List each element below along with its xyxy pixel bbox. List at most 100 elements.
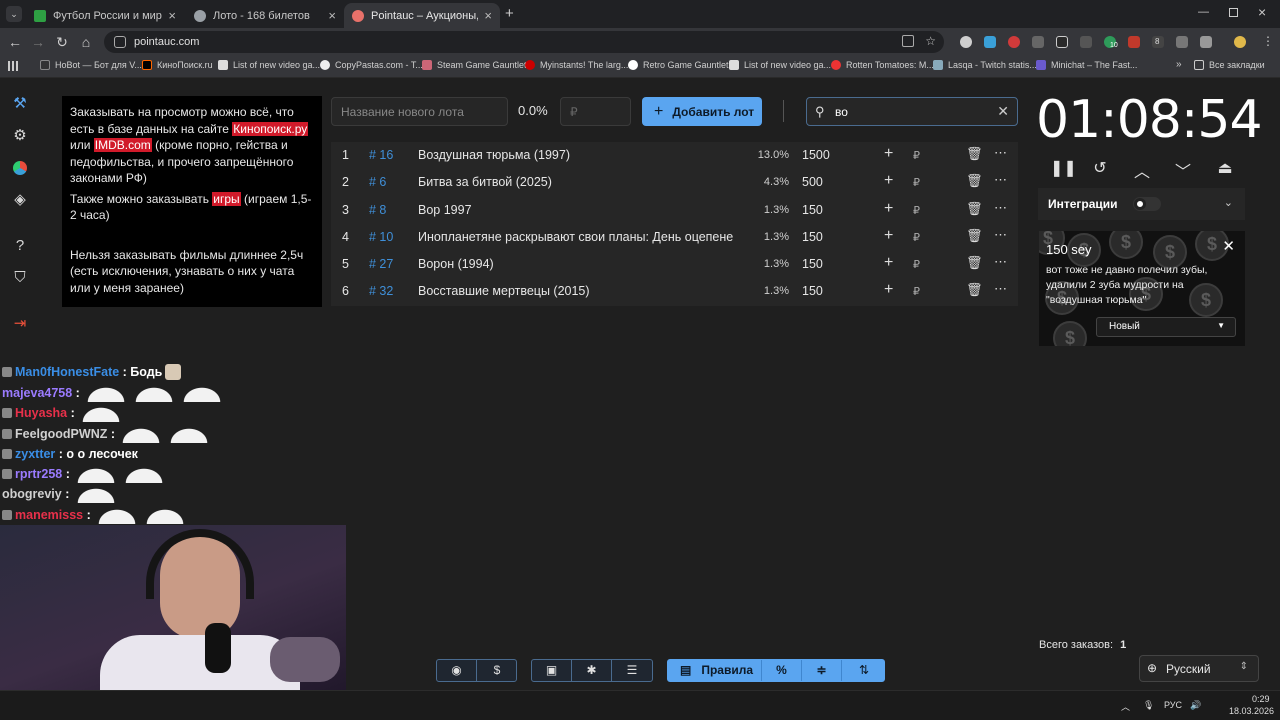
add-amount-icon[interactable]: + bbox=[884, 200, 893, 218]
chevron-up-icon[interactable]: ︿ bbox=[1121, 700, 1130, 713]
games-link[interactable]: игры bbox=[212, 191, 241, 206]
bookmark-item[interactable]: КиноПоиск.ru bbox=[142, 60, 213, 70]
new-tab-button[interactable]: + bbox=[505, 5, 514, 22]
extension-glasses-icon[interactable] bbox=[1032, 36, 1044, 48]
forward-icon[interactable]: → bbox=[29, 33, 47, 51]
tab-search-icon[interactable]: ⌄ bbox=[6, 6, 22, 22]
lot-amount[interactable]: 1500 bbox=[802, 148, 830, 162]
sort-icon[interactable]: ⇅ bbox=[844, 660, 884, 681]
lot-amount[interactable]: 150 bbox=[802, 284, 823, 298]
close-window-icon[interactable]: × bbox=[1258, 4, 1266, 20]
browser-tab-2[interactable]: Лото - 168 билетов × bbox=[186, 3, 344, 28]
rules-button[interactable]: ▤ Правила bbox=[668, 660, 762, 681]
bookmark-item[interactable]: Rotten Tomatoes: M... bbox=[831, 60, 934, 70]
new-lot-amount-input[interactable]: ₽ bbox=[560, 97, 631, 126]
add-amount-icon[interactable]: + bbox=[884, 227, 893, 245]
lot-name[interactable]: Битва за битвой (2025) bbox=[418, 175, 741, 189]
help-icon[interactable]: ? bbox=[10, 236, 30, 256]
add-amount-icon[interactable]: + bbox=[884, 145, 893, 163]
extension-red-icon[interactable] bbox=[1128, 36, 1140, 48]
bookmark-item[interactable]: Minichat – The Fast... bbox=[1036, 60, 1137, 70]
profile-avatar-icon[interactable] bbox=[1234, 36, 1246, 48]
lot-name[interactable]: Инопланетяне раскрывают свои планы: День… bbox=[418, 230, 741, 244]
site-info-icon[interactable] bbox=[114, 36, 126, 48]
reset-timer-icon[interactable]: ↺ bbox=[1091, 158, 1109, 177]
bookmark-item[interactable]: Myinstants! The larg... bbox=[525, 60, 628, 70]
reload-icon[interactable]: ↻ bbox=[53, 33, 71, 51]
shield-icon[interactable]: ⛉ bbox=[10, 268, 30, 288]
donate-dollar-icon[interactable]: $ bbox=[477, 660, 517, 681]
extension-bird-icon[interactable] bbox=[984, 36, 996, 48]
logout-icon[interactable]: ⇥ bbox=[10, 314, 30, 334]
table-row[interactable]: 2 # 6 Битва за битвой (2025) 4.3% 500 + … bbox=[331, 169, 1018, 196]
more-options-icon[interactable]: ⋯ bbox=[994, 227, 1007, 243]
kinopoisk-link[interactable]: Кинопоиск.ру bbox=[232, 121, 309, 136]
lot-amount[interactable]: 150 bbox=[802, 203, 823, 217]
add-amount-icon[interactable]: + bbox=[884, 281, 893, 299]
bookmark-item[interactable]: CopyPastas.com - T... bbox=[320, 60, 423, 70]
translate-icon[interactable] bbox=[902, 35, 914, 47]
extension-red-circle-icon[interactable] bbox=[1008, 36, 1020, 48]
pause-icon[interactable]: ❚❚ bbox=[1050, 158, 1077, 177]
more-options-icon[interactable]: ⋯ bbox=[994, 145, 1007, 161]
bug-report-icon[interactable]: ✱ bbox=[572, 660, 612, 681]
extension-database-icon[interactable] bbox=[960, 36, 972, 48]
more-options-icon[interactable]: ⋯ bbox=[994, 281, 1007, 297]
maximize-window-icon[interactable] bbox=[1229, 8, 1238, 17]
table-row[interactable]: 5 # 27 Ворон (1994) 1.3% 150 + ₽ 🗑 ⋯ bbox=[331, 251, 1018, 278]
lot-name[interactable]: Восставшие мертвецы (2015) bbox=[418, 284, 741, 298]
all-bookmarks[interactable]: Все закладки bbox=[1194, 60, 1265, 70]
lot-amount[interactable]: 500 bbox=[802, 175, 823, 189]
github-icon[interactable]: ◉ bbox=[437, 660, 477, 681]
lot-search-input[interactable]: ⚲ во ✕ bbox=[806, 97, 1018, 126]
keyboard-language[interactable]: РУС bbox=[1164, 700, 1182, 710]
browser-tab-3[interactable]: Pointauc – Аукционы, лотереи × bbox=[344, 3, 500, 28]
bookmark-item[interactable]: List of new video ga... bbox=[218, 60, 320, 70]
more-bookmarks-icon[interactable]: » bbox=[1176, 59, 1182, 70]
bookmark-item[interactable]: Lasqa - Twitch statis... bbox=[933, 60, 1037, 70]
integrations-toggle[interactable] bbox=[1133, 197, 1161, 211]
microphone-icon[interactable]: 🎙 bbox=[1143, 700, 1154, 711]
extensions-puzzle-icon[interactable] bbox=[1200, 36, 1212, 48]
lot-name[interactable]: Вор 1997 bbox=[418, 203, 741, 217]
browser-tab-1[interactable]: Футбол России и мира 2026 · × bbox=[26, 3, 184, 28]
imdb-link[interactable]: IMDB.com bbox=[93, 138, 152, 152]
delete-lot-icon[interactable]: 🗑 bbox=[966, 282, 983, 298]
delete-lot-icon[interactable]: 🗑 bbox=[966, 201, 983, 217]
lot-name[interactable]: Ворон (1994) bbox=[418, 257, 741, 271]
table-row[interactable]: 4 # 10 Инопланетяне раскрывают свои план… bbox=[331, 224, 1018, 251]
table-row[interactable]: 1 # 16 Воздушная тюрьма (1997) 13.0% 150… bbox=[331, 142, 1018, 169]
bookmark-item[interactable]: List of new video ga... bbox=[729, 60, 831, 70]
lot-amount[interactable]: 150 bbox=[802, 257, 823, 271]
delete-lot-icon[interactable]: 🗑 bbox=[966, 173, 983, 189]
new-lot-name-input[interactable]: Название нового лота bbox=[331, 97, 508, 126]
bookmark-item[interactable]: Retro Game Gauntlet bbox=[628, 60, 729, 70]
donation-status-select[interactable]: Новый ▼ bbox=[1096, 317, 1236, 337]
chevron-up-icon[interactable]: ︿ bbox=[1133, 158, 1151, 181]
add-lot-button[interactable]: + Добавить лот bbox=[642, 97, 762, 126]
add-amount-icon[interactable]: + bbox=[884, 172, 893, 190]
auction-hammer-icon[interactable]: ⚒ bbox=[10, 94, 30, 114]
table-row[interactable]: 3 # 8 Вор 1997 1.3% 150 + ₽ 🗑 ⋯ bbox=[331, 197, 1018, 224]
back-icon[interactable]: ← bbox=[6, 33, 24, 51]
close-tab-icon[interactable]: × bbox=[484, 8, 492, 23]
integrations-panel[interactable]: Интеграции ⌄ bbox=[1038, 188, 1245, 220]
close-tab-icon[interactable]: × bbox=[328, 8, 336, 23]
more-options-icon[interactable]: ⋯ bbox=[994, 254, 1007, 270]
delete-lot-icon[interactable]: 🗑 bbox=[966, 146, 983, 162]
settings-gear-icon[interactable]: ⚙ bbox=[10, 126, 30, 146]
delete-lot-icon[interactable]: 🗑 bbox=[966, 255, 983, 271]
eject-up-icon[interactable]: ⏏ bbox=[1216, 158, 1234, 177]
extension-video-icon[interactable] bbox=[1056, 36, 1068, 48]
clear-list-icon[interactable]: ☰ bbox=[612, 660, 652, 681]
lot-amount[interactable]: 150 bbox=[802, 230, 823, 244]
compress-icon[interactable]: ≑ bbox=[802, 660, 842, 681]
percent-icon[interactable]: % bbox=[762, 660, 802, 681]
lot-name[interactable]: Воздушная тюрьма (1997) bbox=[418, 148, 741, 162]
bookmark-item[interactable]: HoBot — Бот для V... bbox=[40, 60, 142, 70]
chevron-down-icon[interactable]: ﹀ bbox=[1174, 158, 1192, 181]
bookmark-item[interactable]: Steam Game Gauntlet bbox=[422, 60, 527, 70]
more-options-icon[interactable]: ⋯ bbox=[994, 172, 1007, 188]
wheel-chart-icon[interactable] bbox=[10, 158, 30, 178]
home-icon[interactable]: ⌂ bbox=[77, 33, 95, 51]
